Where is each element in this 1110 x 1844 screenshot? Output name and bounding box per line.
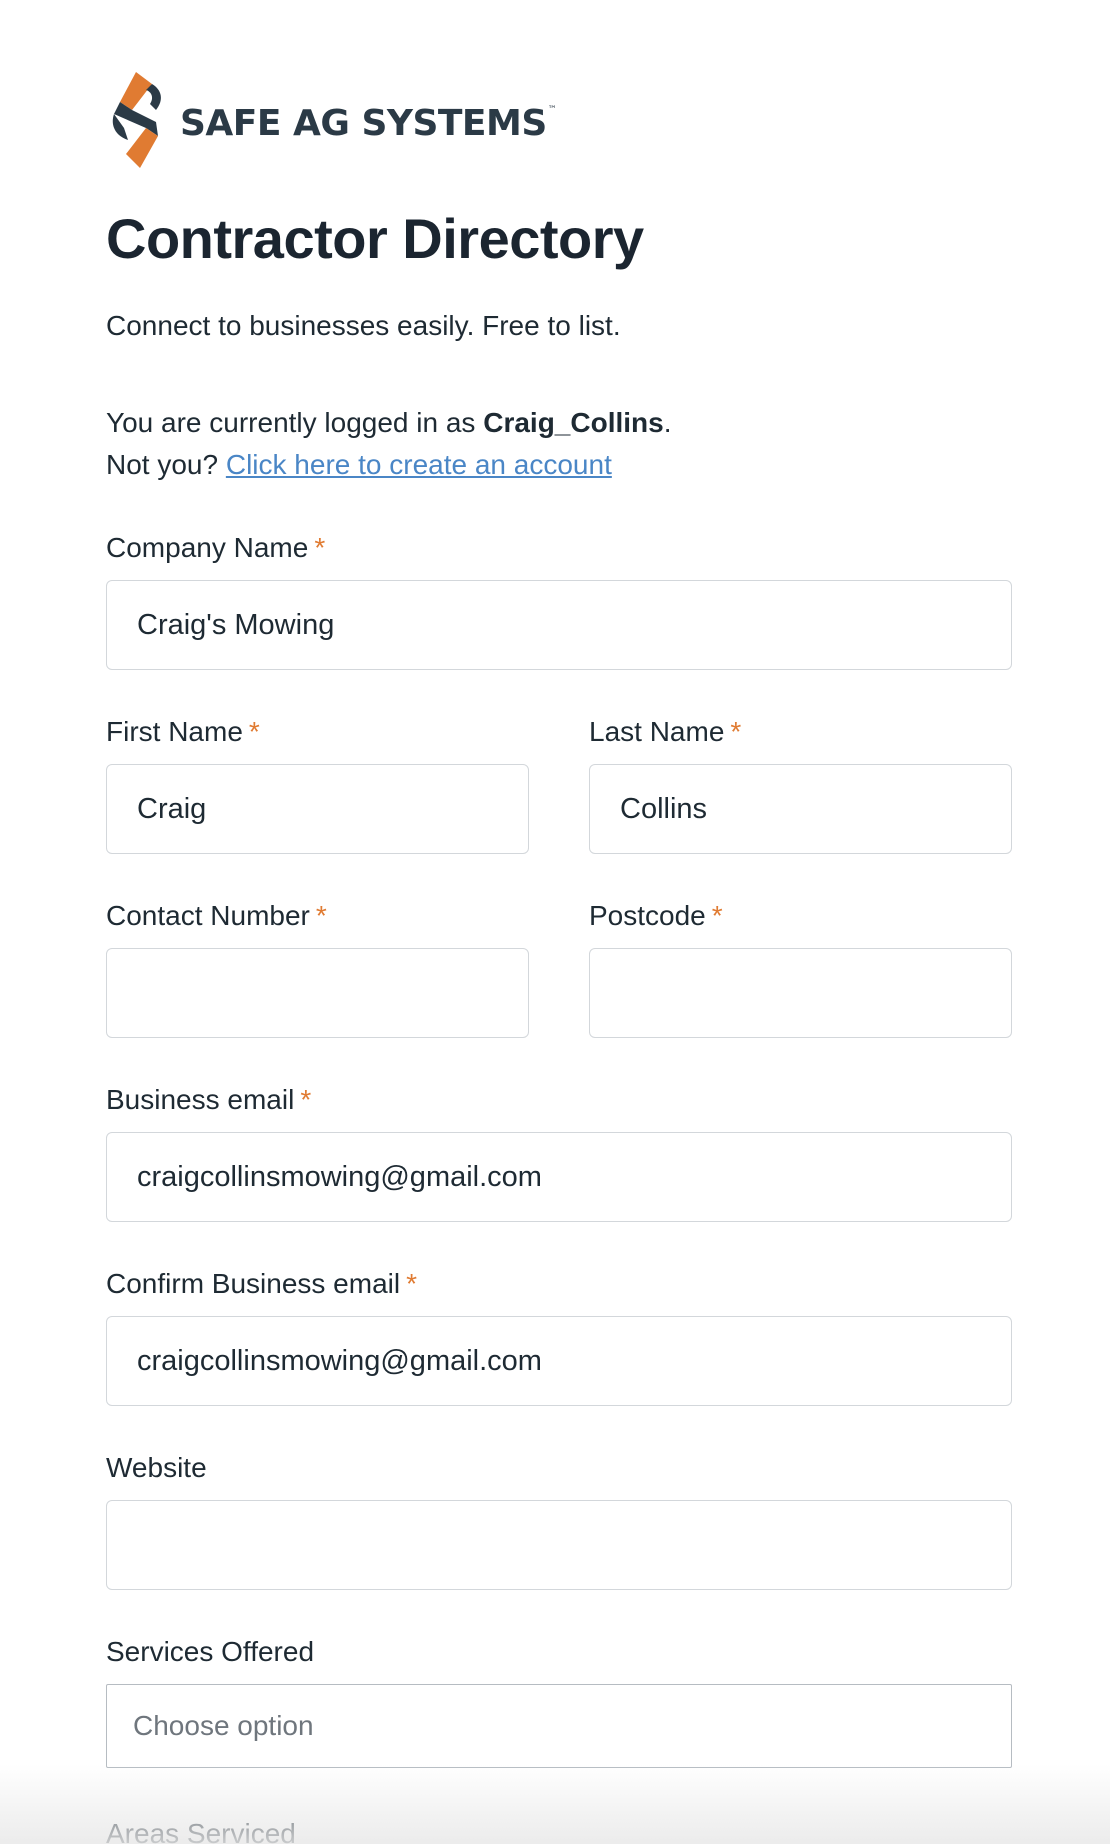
company-name-input[interactable]: Craig's Mowing: [106, 580, 1012, 670]
website-input[interactable]: [106, 1500, 1012, 1590]
last-name-input[interactable]: Collins: [589, 764, 1012, 854]
confirm-business-email-input[interactable]: craigcollinsmowing@gmail.com: [106, 1316, 1012, 1406]
confirm-business-email-label: Confirm Business email *: [106, 1268, 418, 1299]
login-status: You are currently logged in as Craig_Col…: [106, 402, 671, 486]
create-account-link[interactable]: Click here to create an account: [226, 449, 612, 480]
required-marker: *: [406, 1268, 418, 1299]
required-marker: *: [315, 900, 327, 931]
business-email-label: Business email *: [106, 1084, 312, 1115]
last-name-label: Last Name *: [589, 716, 742, 747]
postcode-input[interactable]: [589, 948, 1012, 1038]
required-marker: *: [314, 532, 326, 563]
required-marker: *: [730, 716, 742, 747]
contact-number-input[interactable]: [106, 948, 529, 1038]
first-name-label: First Name *: [106, 716, 260, 747]
logged-in-prefix: You are currently logged in as: [106, 407, 484, 438]
website-label: Website: [106, 1452, 207, 1483]
areas-serviced-label: Areas Serviced: [106, 1818, 296, 1844]
required-marker: *: [300, 1084, 312, 1115]
logged-in-suffix: .: [663, 407, 672, 438]
required-marker: *: [248, 716, 260, 747]
postcode-label: Postcode *: [589, 900, 723, 931]
safe-ag-logo-icon: [112, 72, 161, 168]
brand-name: SAFE AG SYSTEMS™: [180, 102, 557, 144]
company-name-label: Company Name *: [106, 532, 326, 563]
not-you-line: Not you? Click here to create an account: [106, 444, 671, 486]
services-offered-label: Services Offered: [106, 1636, 315, 1667]
page-title: Contractor Directory: [106, 207, 644, 270]
not-you-text: Not you?: [106, 449, 226, 480]
logged-in-username: Craig_Collins: [483, 407, 664, 438]
page-subtitle: Connect to businesses easily. Free to li…: [106, 310, 621, 341]
required-marker: *: [711, 900, 723, 931]
services-offered-select[interactable]: Choose option: [106, 1684, 1012, 1768]
contact-number-label: Contact Number *: [106, 900, 327, 931]
business-email-input[interactable]: craigcollinsmowing@gmail.com: [106, 1132, 1012, 1222]
page: SAFE AG SYSTEMS™ Contractor Directory Co…: [0, 0, 1110, 1844]
logged-in-line: You are currently logged in as Craig_Col…: [106, 402, 671, 444]
brand-logo[interactable]: SAFE AG SYSTEMS™: [106, 70, 557, 170]
first-name-input[interactable]: Craig: [106, 764, 529, 854]
